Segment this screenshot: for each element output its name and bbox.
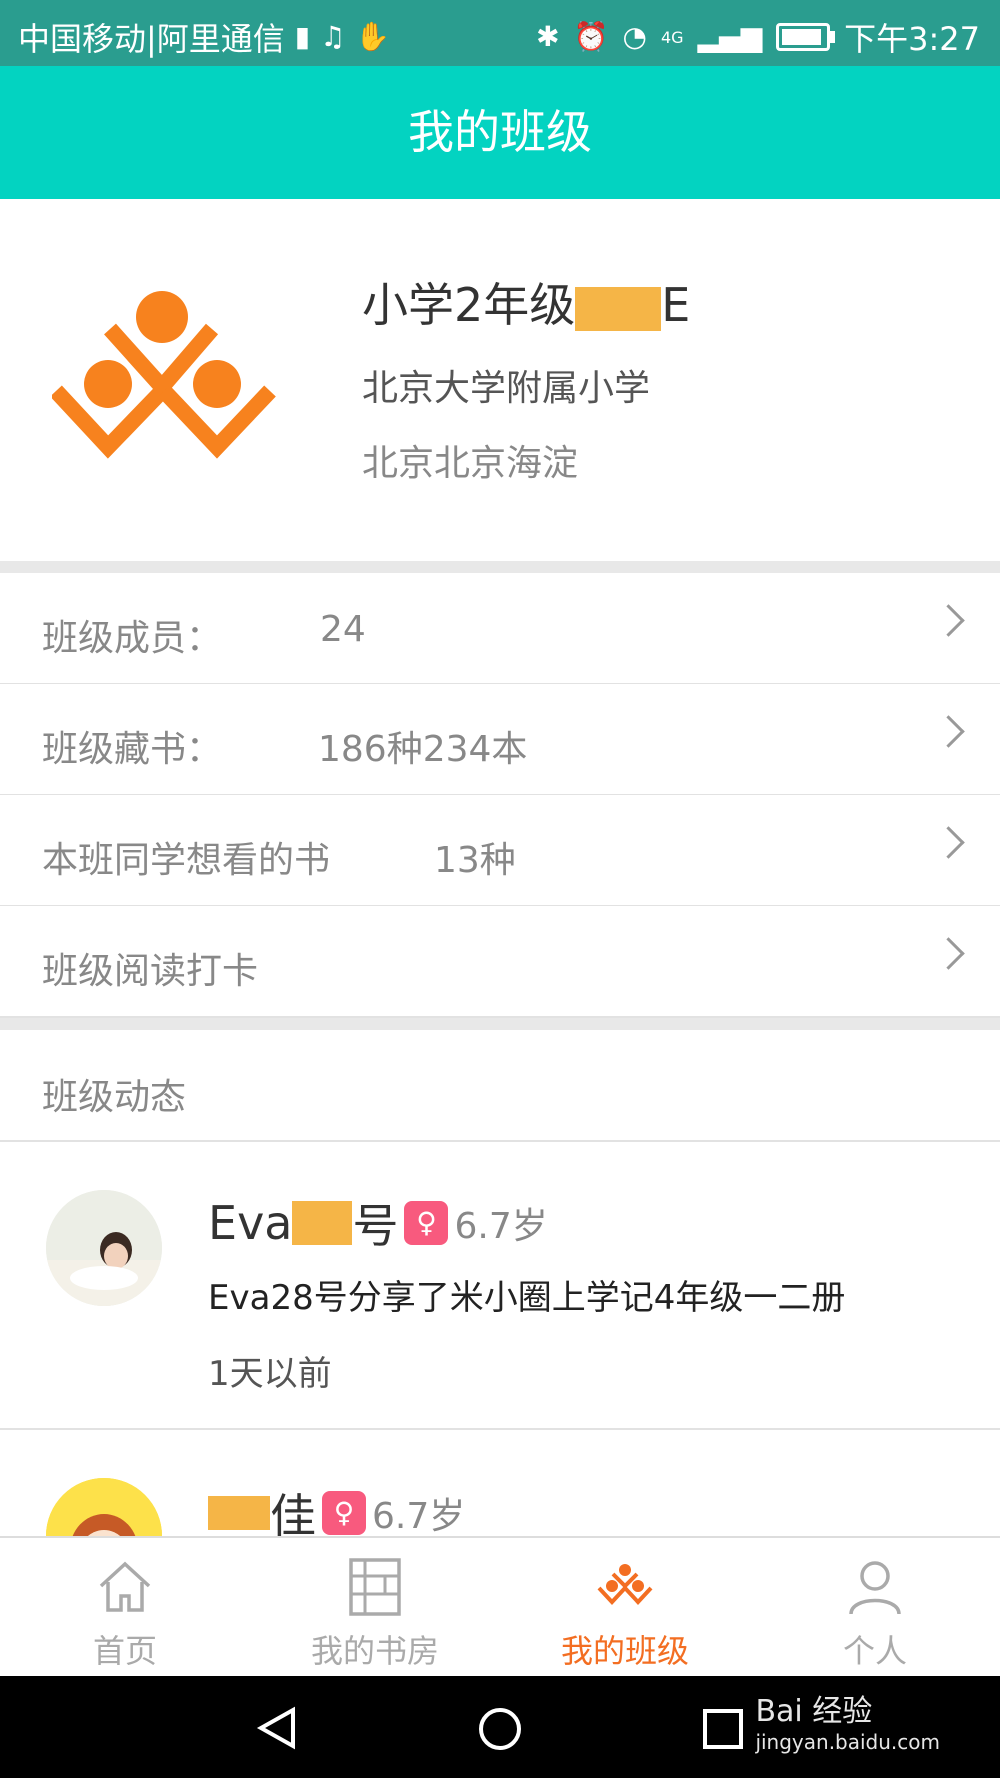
female-badge-icon: ♀ <box>322 1491 366 1535</box>
home-circle-icon[interactable] <box>477 1706 523 1752</box>
tab-bookshelf[interactable]: 我的书房 <box>250 1538 500 1678</box>
school-name: 北京大学附属小学 <box>362 368 651 409</box>
feed-author: 佳 ♀ 6.7岁 <box>208 1480 465 1536</box>
feed-text: Eva28号分享了米小圈上学记4年级一二册 <box>208 1278 846 1318</box>
music-icon: ♫ <box>320 20 346 53</box>
carrier-label: 中国移动|阿里通信 <box>18 20 285 58</box>
battery-warning-icon: ▮ <box>294 20 311 53</box>
hand-icon: ✋ <box>355 20 391 53</box>
tab-home[interactable]: 首页 <box>0 1538 250 1678</box>
home-icon <box>99 1561 151 1612</box>
divider <box>0 561 1000 573</box>
chevron-right-icon <box>932 715 965 748</box>
feed-time: 1天以前 <box>208 1354 332 1394</box>
bottom-tab-bar: 首页 我的书房 我的班级 个人 <box>0 1536 1000 1678</box>
chevron-right-icon <box>932 937 965 970</box>
class-info-card: 小学2年级 E 北京大学附属小学 北京北京海淀 <box>0 199 1000 561</box>
avatar[interactable] <box>46 1478 162 1536</box>
page-title: 我的班级 <box>408 105 592 159</box>
row-wanted-books[interactable]: 本班同学想看的书 13种 <box>0 795 1000 907</box>
female-badge-icon: ♀ <box>404 1201 449 1245</box>
watermark: Bai 经验 jingyan.baidu.com <box>755 1694 940 1754</box>
recents-icon[interactable] <box>702 1708 744 1750</box>
network-type: 4G <box>660 27 684 47</box>
feed-section-title: 班级动态 <box>0 1030 1000 1142</box>
class-logo-icon <box>52 291 276 459</box>
row-reading-checkin[interactable]: 班级阅读打卡 <box>0 906 1000 1018</box>
bluetooth-icon: ✱ <box>536 20 560 53</box>
tab-my-class[interactable]: 我的班级 <box>500 1538 750 1678</box>
class-name: 小学2年级 E <box>362 278 691 332</box>
app-header: 我的班级 <box>0 66 1000 199</box>
person-icon <box>849 1561 901 1615</box>
clock: 下午3:27 <box>844 20 980 58</box>
class-icon <box>597 1564 653 1605</box>
back-icon[interactable] <box>255 1706 299 1750</box>
redaction-block <box>292 1201 353 1245</box>
feed-item[interactable]: Eva 号 ♀ 6.7岁 Eva28号分享了米小圈上学记4年级一二册 1天以前 <box>0 1142 1000 1430</box>
status-bar: 中国移动|阿里通信 ▮ ♫ ✋ ✱ ⏰ ◔ 4G ▂▄▆ 下午3:27 <box>0 0 1000 66</box>
child-photo-icon <box>46 1190 162 1306</box>
region-label: 北京北京海淀 <box>362 443 579 484</box>
chevron-right-icon <box>932 604 965 637</box>
feed-author: Eva 号 ♀ 6.7岁 <box>208 1196 548 1253</box>
alarm-icon: ⏰ <box>573 20 609 53</box>
avatar[interactable] <box>46 1190 162 1306</box>
battery-icon <box>776 23 836 51</box>
chevron-right-icon <box>932 826 965 859</box>
bookshelf-icon <box>349 1558 401 1616</box>
cartoon-girl-icon <box>46 1478 162 1536</box>
divider <box>0 1018 1000 1030</box>
row-class-members[interactable]: 班级成员： 24 <box>0 573 1000 685</box>
tab-profile[interactable]: 个人 <box>750 1538 1000 1678</box>
signal-icon: ▂▄▆ <box>697 20 763 53</box>
wifi-icon: ◔ <box>622 20 647 53</box>
redaction-block <box>208 1496 270 1530</box>
row-class-books[interactable]: 班级藏书： 186种234本 <box>0 684 1000 796</box>
redaction-block <box>575 286 662 331</box>
feed-item[interactable]: 佳 ♀ 6.7岁 <box>0 1430 1000 1536</box>
